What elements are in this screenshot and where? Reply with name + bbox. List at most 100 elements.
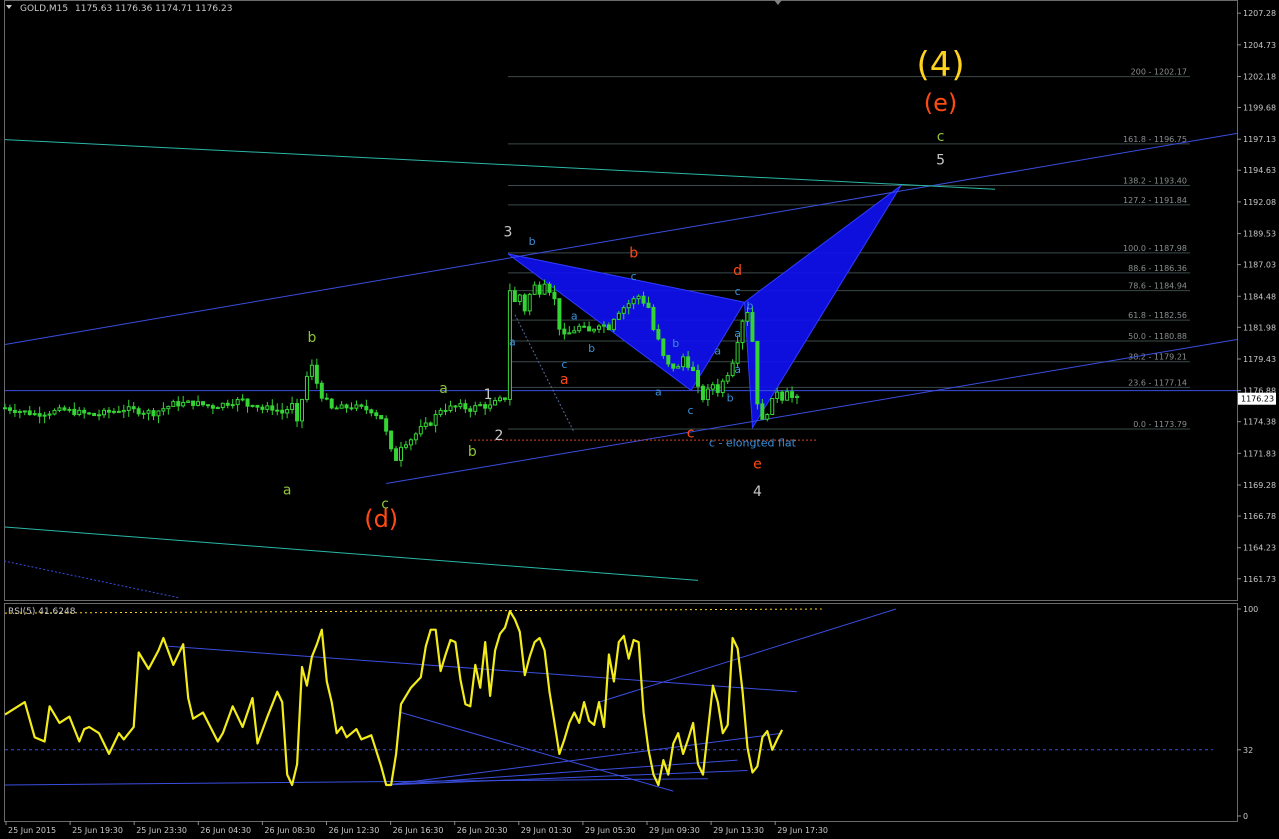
current-price-label: 1176.23 <box>1241 395 1274 404</box>
wave-label: b <box>529 235 536 248</box>
wave-label: 1 <box>484 387 493 403</box>
wave-label: d <box>733 263 742 279</box>
candle-body <box>235 398 240 406</box>
candle-body <box>458 403 463 408</box>
fib-level-label: 50.0 - 1180.88 <box>1128 332 1187 341</box>
candle-body <box>141 412 146 415</box>
candle-body <box>577 325 582 332</box>
candle-body <box>438 409 443 415</box>
candle-body <box>428 422 433 426</box>
candle-body <box>111 410 116 413</box>
candle-body <box>740 320 745 344</box>
wave-label: a <box>283 483 292 499</box>
candle-body <box>97 414 102 417</box>
candle-body <box>176 401 181 407</box>
candle-body <box>255 404 260 408</box>
fib-level-label: 0.0 - 1173.79 <box>1133 420 1187 429</box>
candle-body <box>7 407 12 411</box>
fib-level-label: 161.8 - 1196.75 <box>1123 135 1187 144</box>
candle-body <box>433 413 438 426</box>
candle-body <box>725 375 730 382</box>
candle-body <box>349 407 354 410</box>
wave-label: a <box>734 327 741 340</box>
candle-body <box>394 448 399 461</box>
candle-body <box>502 397 507 400</box>
time-tick-label: 26 Jun 16:30 <box>393 826 444 835</box>
price-tick-label: 1194.63 <box>1243 166 1276 175</box>
candle-body <box>498 397 502 402</box>
wave-label: c <box>735 285 741 298</box>
wave-label: a <box>560 372 569 388</box>
candle-body <box>280 409 285 414</box>
candle-body <box>344 404 349 409</box>
candle-body <box>131 406 136 410</box>
candle-body <box>324 397 329 400</box>
rsi-tick-label: 0 <box>1243 812 1248 821</box>
candle-body <box>661 338 666 356</box>
candle-body <box>334 407 339 410</box>
price-tick-label: 1181.98 <box>1243 323 1276 332</box>
wave-label: b <box>468 444 477 460</box>
candle-body <box>314 364 319 384</box>
price-tick-label: 1202.18 <box>1243 72 1276 81</box>
candle-body <box>636 295 641 300</box>
candle-body <box>102 409 106 416</box>
candle-body <box>220 402 225 409</box>
candle-body <box>755 340 760 405</box>
candle-body <box>606 324 611 331</box>
candle-body <box>37 413 42 417</box>
candle-body <box>319 382 324 399</box>
candle-body <box>552 291 557 300</box>
candle-body <box>270 405 275 411</box>
candle-body <box>597 325 601 330</box>
wave-label: a <box>509 336 516 349</box>
wave-label: c <box>561 358 567 371</box>
candle-body <box>205 404 210 407</box>
candle-body <box>785 391 790 401</box>
price-tick-label: 1179.43 <box>1243 355 1276 364</box>
price-tick-label: 1199.68 <box>1243 104 1276 113</box>
wave-label: 2 <box>495 428 504 444</box>
candle-body <box>22 410 27 413</box>
candle-body <box>646 302 651 308</box>
fib-level-label: 138.2 - 1193.40 <box>1123 177 1187 186</box>
candle-body <box>106 409 111 413</box>
candle-body <box>478 404 483 407</box>
candle-body <box>656 329 661 340</box>
candle-body <box>369 409 374 414</box>
wave-label: 5 <box>936 152 945 168</box>
time-tick-label: 29 Jun 13:30 <box>713 826 764 835</box>
candle-body <box>295 403 300 422</box>
wave-label: a <box>655 385 662 398</box>
time-tick-label: 29 Jun 09:30 <box>649 826 700 835</box>
candle-body <box>473 405 478 412</box>
wave-label: b <box>629 246 638 262</box>
candle-body <box>735 342 740 364</box>
candle-body <box>82 409 87 414</box>
candle-body <box>166 405 171 410</box>
wave-label: e <box>753 457 762 473</box>
candle-body <box>760 403 765 420</box>
candle-body <box>483 404 488 409</box>
time-tick-label: 25 Jun 2015 <box>8 826 56 835</box>
candle-body <box>601 324 606 327</box>
fib-level-label: 200 - 1202.17 <box>1131 68 1187 77</box>
candle-body <box>260 406 265 410</box>
wave-label: b <box>746 300 753 313</box>
wave-label: b <box>588 342 595 355</box>
candle-body <box>389 430 394 450</box>
time-tick-label: 26 Jun 12:30 <box>329 826 380 835</box>
candle-body <box>715 384 720 393</box>
candle-body <box>780 391 785 401</box>
candle-body <box>27 410 32 416</box>
rsi-tick-label: 32 <box>1243 746 1253 755</box>
candle-body <box>300 398 304 422</box>
price-tick-label: 1161.73 <box>1243 575 1276 584</box>
candle-body <box>567 332 572 335</box>
candle-body <box>215 407 220 410</box>
candle-body <box>156 410 161 417</box>
rsi-label: RSI(5) 41.6248 <box>8 607 76 617</box>
candle-body <box>52 409 57 415</box>
wave-label: a <box>439 381 448 397</box>
price-tick-label: 1174.38 <box>1243 418 1276 427</box>
